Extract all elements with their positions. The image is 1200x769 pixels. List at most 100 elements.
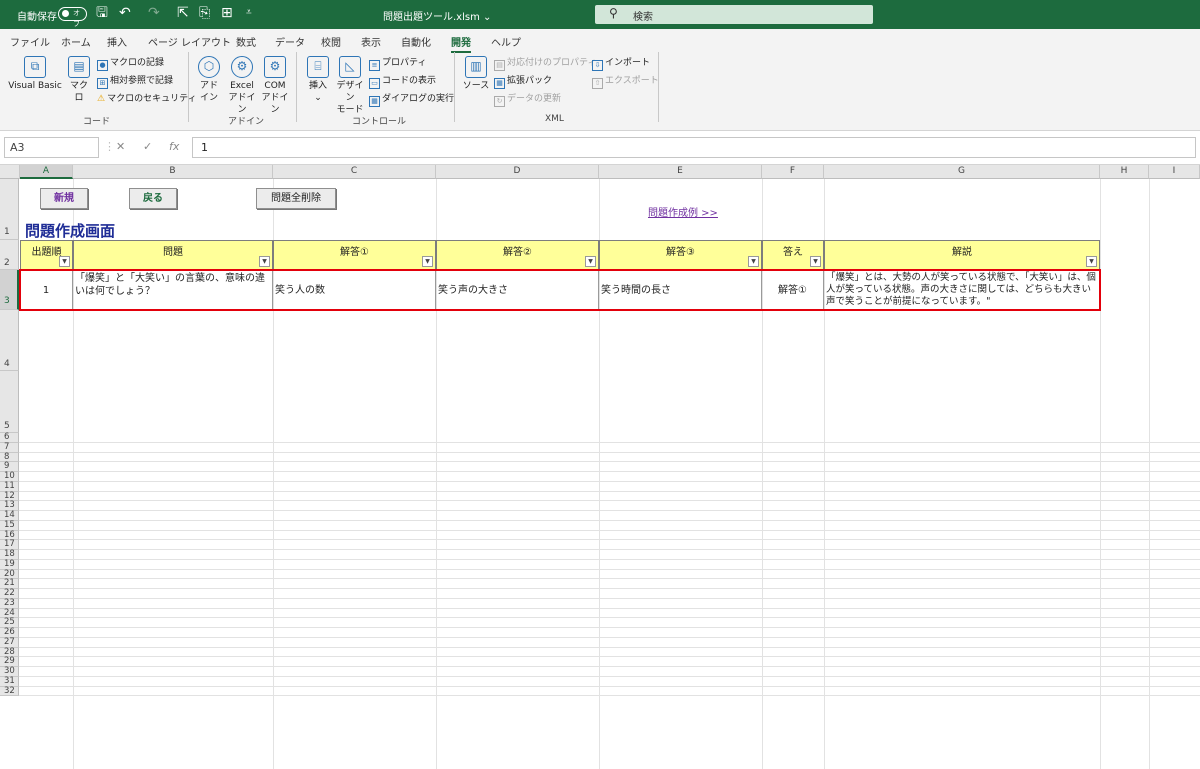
pointer-icon[interactable]: ⇱ [177, 5, 189, 21]
delete-all-button[interactable]: 問題全削除 [256, 188, 336, 209]
column-header-g[interactable]: G [824, 165, 1100, 179]
expansion-pack-label: 拡張パック [507, 76, 553, 86]
header-answer1-label: 解答① [340, 247, 369, 258]
column-header-b[interactable]: B [73, 165, 273, 179]
design-mode-button[interactable]: ◺ デザイン モード [334, 56, 366, 116]
filter-dropdown-icon[interactable]: ▼ [748, 256, 759, 267]
row-header[interactable]: 4 [0, 310, 19, 371]
tab-page-layout[interactable]: ページ レイアウト [148, 34, 231, 49]
row-header[interactable]: 2 [0, 240, 19, 270]
row-header[interactable]: 5 [0, 371, 19, 433]
filter-dropdown-icon[interactable]: ▼ [585, 256, 596, 267]
tab-file[interactable]: ファイル [10, 34, 50, 49]
column-header-i[interactable]: I [1149, 165, 1200, 179]
grid-line [1100, 179, 1101, 769]
filter-dropdown-icon[interactable]: ▼ [422, 256, 433, 267]
macro-icon: ▤ [68, 56, 90, 78]
insert-control-button[interactable]: ⌸ 挿入 ⌄ [304, 56, 332, 104]
visual-basic-button[interactable]: ⧉ Visual Basic [7, 56, 63, 92]
excel-addins-button[interactable]: ⚙ Excel アドイン [226, 56, 258, 116]
grid-line [19, 617, 1200, 619]
source-button[interactable]: ▥ ソース [462, 56, 490, 92]
addins-button[interactable]: ⬡ アド イン [196, 56, 222, 104]
run-dialog-button[interactable]: ▦ ダイアログの実行 [369, 93, 454, 107]
back-button[interactable]: 戻る [129, 188, 177, 209]
grid-line [19, 510, 1200, 511]
relative-reference-button[interactable]: ⊞ 相対参照で記録 [97, 75, 173, 89]
grid-line [19, 597, 1200, 599]
header-question: 問題 ▼ [73, 240, 273, 270]
text-box-icon[interactable]: ⊞ [221, 5, 233, 21]
addins-label-1: アド [199, 81, 218, 91]
customize-qat-icon[interactable]: ⩡ [246, 5, 252, 21]
row-header[interactable]: 32 [0, 686, 19, 697]
properties-button[interactable]: ≡ プロパティ [369, 57, 426, 71]
grid-line [19, 558, 1200, 560]
save-icon[interactable]: 🖫 [96, 5, 108, 21]
column-header-a[interactable]: A [20, 165, 73, 179]
column-header-f[interactable]: F [762, 165, 824, 179]
filter-dropdown-icon[interactable]: ▼ [59, 256, 70, 267]
filter-dropdown-icon[interactable]: ▼ [810, 256, 821, 267]
grid-line [19, 480, 1200, 482]
search-icon: ⚲ [609, 6, 618, 20]
enter-icon[interactable]: ✓ [143, 140, 152, 153]
name-box[interactable]: A3 [4, 137, 99, 158]
row-header[interactable]: 1 [0, 179, 19, 240]
export-label: エクスポート [605, 76, 659, 86]
export-button[interactable]: ⇧ エクスポート [592, 75, 659, 89]
search-box[interactable]: ⚲ 検索 [595, 5, 873, 24]
map-properties-icon: ▤ [494, 60, 505, 71]
autosave-toggle[interactable]: オフ [58, 7, 87, 28]
undo-icon[interactable]: ↶ [119, 5, 131, 21]
redo-icon[interactable]: ↷ [148, 5, 160, 21]
grid-line [19, 675, 1200, 677]
formula-input[interactable]: 1 [192, 137, 1196, 158]
view-code-button[interactable]: ▭ コードの表示 [369, 75, 436, 89]
column-header-c[interactable]: C [273, 165, 436, 179]
tab-automate[interactable]: 自動化 [401, 34, 431, 49]
cancel-icon[interactable]: ✕ [116, 140, 125, 153]
tab-data[interactable]: データ [275, 34, 305, 49]
example-link[interactable]: 問題作成例 >> [648, 204, 718, 219]
insert-control-label: 挿入 [308, 81, 327, 91]
grid-line [19, 549, 1200, 550]
tab-insert[interactable]: 挿入 [107, 34, 127, 49]
macro-security-button[interactable]: ⚠ マクロのセキュリティ [97, 93, 197, 105]
document-title[interactable]: 問題出題ツール.xlsm ⌄ [383, 8, 491, 23]
record-macro-icon: ● [97, 60, 108, 71]
row-header[interactable]: 8 [0, 452, 19, 463]
relative-reference-icon: ⊞ [97, 78, 108, 89]
ribbon-separator [188, 52, 189, 122]
column-header-e[interactable]: E [599, 165, 762, 179]
row-header[interactable]: 7 [0, 442, 19, 453]
formula-bar: A3 ⋮ ✕ ✓ fx 1 [0, 131, 1200, 165]
tab-developer[interactable]: 開発 [451, 34, 471, 53]
record-macro-button[interactable]: ● マクロの記録 [97, 57, 164, 71]
macro-button[interactable]: ▤ マクロ [66, 56, 92, 104]
insert-function-icon[interactable]: fx [169, 140, 179, 153]
relative-reference-label: 相対参照で記録 [110, 76, 174, 86]
import-button[interactable]: ⇩ インポート [592, 57, 650, 71]
filter-dropdown-icon[interactable]: ▼ [1086, 256, 1097, 267]
expansion-pack-button[interactable]: ▦ 拡張パック [494, 75, 552, 89]
com-addins-icon: ⚙ [264, 56, 286, 78]
form-icon[interactable]: ⎘ [199, 5, 210, 21]
filter-dropdown-icon[interactable]: ▼ [259, 256, 270, 267]
tab-formulas[interactable]: 数式 [236, 34, 256, 49]
new-button[interactable]: 新規 [40, 188, 88, 209]
map-properties-button[interactable]: ▤ 対応付けのプロパティ [494, 57, 596, 71]
com-addins-button[interactable]: ⚙ COM アドイン [260, 56, 290, 116]
tab-view[interactable]: 表示 [361, 34, 381, 49]
column-header-h[interactable]: H [1100, 165, 1149, 179]
row-header[interactable]: 6 [0, 433, 19, 443]
column-header-d[interactable]: D [436, 165, 599, 179]
tab-help[interactable]: ヘルプ [491, 34, 521, 49]
row-header-selected[interactable]: 3 [0, 270, 19, 310]
tab-home[interactable]: ホーム [61, 34, 91, 49]
header-question-label: 問題 [163, 247, 183, 258]
grid-line [19, 529, 1200, 531]
tab-review[interactable]: 校閲 [321, 34, 341, 49]
select-all-corner[interactable] [0, 165, 20, 179]
refresh-data-button[interactable]: ↻ データの更新 [494, 93, 561, 107]
